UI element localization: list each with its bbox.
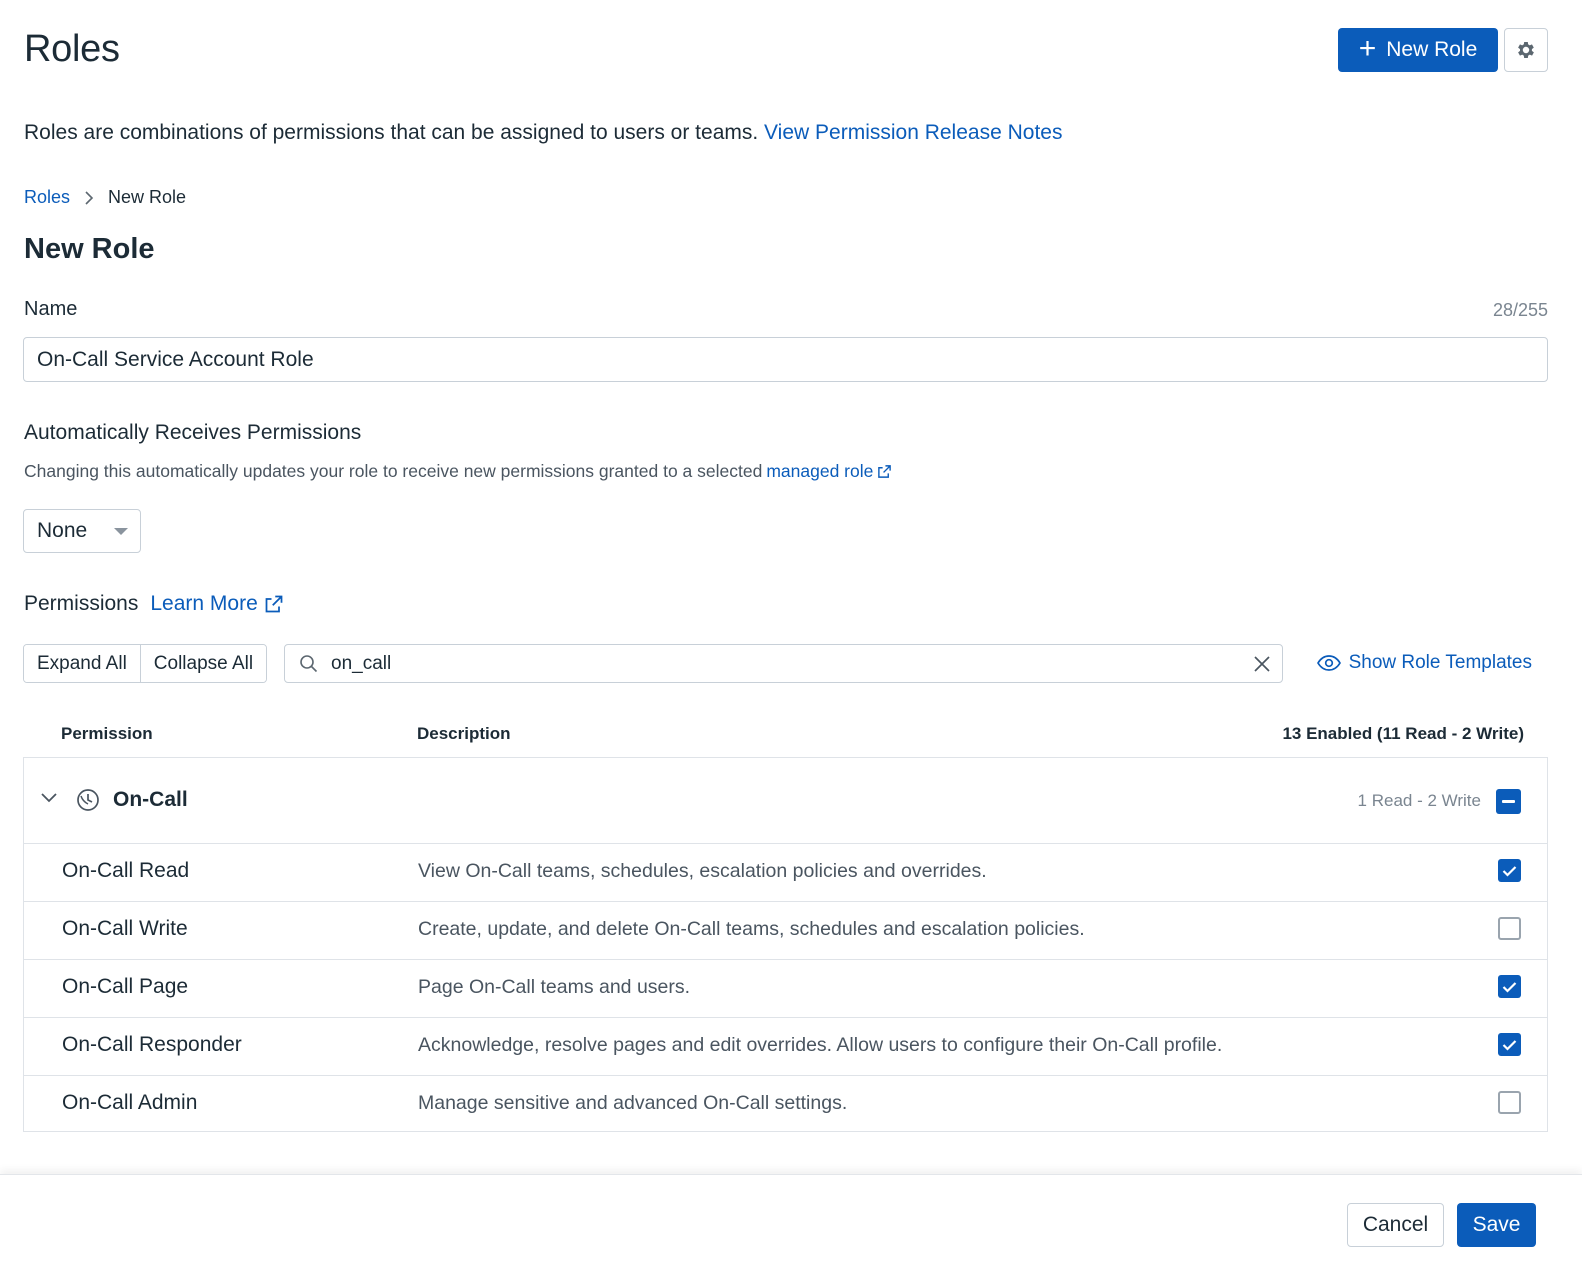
column-header-description: Description	[417, 724, 511, 743]
permission-name: On-Call Read	[62, 859, 190, 882]
checkmark-icon	[1502, 865, 1517, 877]
breadcrumb-current: New Role	[108, 187, 187, 207]
intro-description: Roles are combinations of permissions th…	[24, 121, 759, 144]
permission-group-name: On-Call	[113, 788, 188, 811]
permission-row: On-Call Write Create, update, and delete…	[24, 902, 1547, 960]
new-role-button-label: New Role	[1386, 38, 1478, 61]
enabled-summary: 13 Enabled (11 Read - 2 Write)	[1282, 724, 1524, 743]
save-button[interactable]: Save	[1457, 1203, 1536, 1247]
breadcrumb: Roles New Role	[24, 187, 186, 208]
permission-name: On-Call Page	[62, 975, 189, 998]
collapse-all-button[interactable]: Collapse All	[139, 645, 267, 682]
permissions-table: On-Call 1 Read - 2 Write On-Call Read Vi…	[23, 757, 1548, 1132]
page-header: Roles + New Role	[24, 26, 1548, 74]
managed-role-select-value: None	[37, 519, 88, 542]
form-footer: Cancel Save	[0, 1174, 1582, 1276]
permission-description: Manage sensitive and advanced On-Call se…	[418, 1092, 848, 1114]
permission-checkbox[interactable]	[1498, 1091, 1521, 1114]
chevron-right-icon	[85, 190, 94, 205]
gear-icon	[1518, 42, 1534, 58]
role-name-input[interactable]	[23, 337, 1548, 382]
permissions-table-header: Permission Description 13 Enabled (11 Re…	[23, 720, 1548, 756]
permission-group-count: 1 Read - 2 Write	[1357, 791, 1481, 810]
learn-more-label: Learn More	[150, 592, 258, 615]
managed-role-select[interactable]: None	[23, 509, 141, 553]
breadcrumb-roles-link[interactable]: Roles	[24, 187, 70, 208]
auto-permissions-help: Changing this automatically updates your…	[24, 461, 892, 482]
permission-checkbox[interactable]	[1498, 859, 1521, 882]
permission-name: On-Call Write	[62, 917, 188, 940]
name-char-counter: 28/255	[1492, 300, 1548, 320]
permission-row: On-Call Admin Manage sensitive and advan…	[24, 1076, 1547, 1134]
permission-row: On-Call Responder Acknowledge, resolve p…	[24, 1018, 1547, 1076]
show-role-templates-label: Show Role Templates	[1348, 652, 1532, 673]
group-select-all-checkbox[interactable]	[1496, 789, 1521, 814]
intro-text: Roles are combinations of permissions th…	[24, 121, 1062, 145]
permission-checkbox[interactable]	[1498, 917, 1521, 940]
page-title: Roles	[24, 28, 120, 70]
permission-group-row[interactable]: On-Call 1 Read - 2 Write	[24, 758, 1547, 844]
permission-description: Page On-Call teams and users.	[418, 976, 691, 998]
permission-row: On-Call Read View On-Call teams, schedul…	[24, 844, 1547, 902]
expand-all-button[interactable]: Expand All	[24, 645, 140, 682]
permission-checkbox[interactable]	[1498, 975, 1521, 998]
permission-description: Create, update, and delete On-Call teams…	[418, 918, 1085, 940]
expand-collapse-group: Expand All Collapse All	[23, 644, 268, 683]
close-icon[interactable]	[1252, 654, 1272, 674]
plus-icon: +	[1358, 31, 1377, 65]
settings-button[interactable]	[1504, 28, 1548, 72]
permission-search-input[interactable]: on_call	[284, 644, 1283, 683]
permissions-toolbar: Expand All Collapse All on_call Show Rol…	[23, 644, 1548, 684]
permission-description: Acknowledge, resolve pages and edit over…	[418, 1034, 1223, 1056]
checkmark-icon	[1502, 1039, 1517, 1051]
caret-down-icon	[114, 528, 128, 535]
permission-name: On-Call Admin	[62, 1091, 198, 1114]
external-link-icon	[878, 465, 892, 478]
managed-role-link[interactable]: managed role	[766, 461, 873, 482]
search-value: on_call	[331, 652, 392, 674]
chevron-down-icon[interactable]	[40, 792, 58, 804]
checkmark-icon	[1502, 981, 1517, 993]
column-header-permission: Permission	[61, 724, 153, 743]
permission-name: On-Call Responder	[62, 1033, 242, 1056]
external-link-icon	[265, 595, 283, 613]
release-notes-link[interactable]: View Permission Release Notes	[764, 121, 1062, 144]
indeterminate-icon	[1502, 800, 1515, 803]
cancel-button[interactable]: Cancel	[1347, 1203, 1444, 1247]
on-call-icon	[77, 789, 99, 811]
eye-icon	[1316, 655, 1341, 671]
learn-more-link[interactable]: Learn More	[150, 592, 283, 616]
permission-checkbox[interactable]	[1498, 1033, 1521, 1056]
show-role-templates-button[interactable]: Show Role Templates	[1316, 652, 1532, 674]
name-label: Name	[24, 298, 78, 320]
new-role-button[interactable]: + New Role	[1338, 28, 1498, 72]
auto-permissions-label: Automatically Receives Permissions	[24, 421, 362, 444]
search-icon	[300, 654, 318, 672]
permission-row: On-Call Page Page On-Call teams and user…	[24, 960, 1547, 1018]
roles-page: Roles + New Role Roles are combinations …	[0, 0, 1582, 1276]
permissions-label: Permissions	[24, 592, 139, 615]
form-title: New Role	[24, 233, 155, 265]
auto-help-text: Changing this automatically updates your…	[24, 461, 763, 481]
permissions-header: Permissions Learn More	[24, 592, 284, 616]
permission-description: View On-Call teams, schedules, escalatio…	[418, 860, 987, 882]
